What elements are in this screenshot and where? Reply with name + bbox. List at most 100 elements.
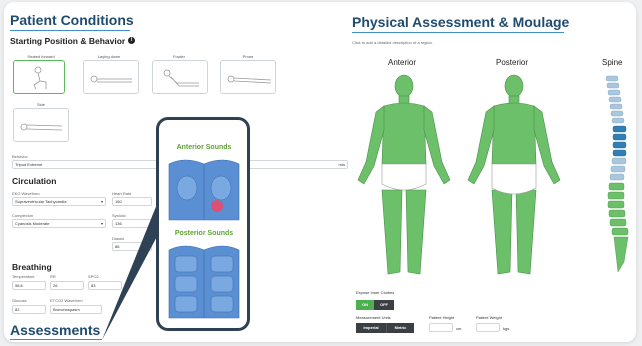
patient-conditions-title: Patient Conditions xyxy=(10,12,134,28)
vertebra-c7 xyxy=(611,117,625,124)
position-seated-forward[interactable] xyxy=(13,60,65,94)
side-figure-icon xyxy=(20,123,63,131)
title-underline xyxy=(352,32,564,33)
vertebra-l4 xyxy=(608,209,626,218)
vertebra-l6 xyxy=(611,227,629,236)
posterior-lower-left-zone xyxy=(210,295,234,313)
anterior-right-arm-region xyxy=(357,105,385,185)
units-label: Measurement Units xyxy=(356,315,391,320)
position-laying-down[interactable] xyxy=(83,60,139,94)
assessments-underline xyxy=(10,339,102,340)
starting-position-heading: Starting Position & Behavior xyxy=(10,36,126,46)
posterior-head-region xyxy=(504,74,524,98)
position-side[interactable] xyxy=(13,108,69,142)
posterior-body-map[interactable] xyxy=(464,72,564,282)
rr-input[interactable]: 26 xyxy=(50,281,84,290)
temperature-label: Temperature xyxy=(12,274,35,279)
height-input[interactable] xyxy=(429,323,453,332)
spine-label: Spine xyxy=(602,58,623,67)
vertebra-c4 xyxy=(608,96,622,103)
height-label: Patient Height xyxy=(429,315,455,320)
glucose-input[interactable]: 82 xyxy=(12,305,46,314)
spo2-label: SPO2 xyxy=(88,274,99,279)
ekg-select[interactable]: Supraventricular Tachycardia ▾ xyxy=(12,197,106,206)
seated-figure-icon xyxy=(33,66,47,90)
vertebra-t2 xyxy=(612,133,627,141)
anterior-sounds-heading: Anterior Sounds xyxy=(176,144,232,151)
anterior-right-lung-zone xyxy=(176,175,198,201)
posterior-back-region xyxy=(491,102,537,165)
anterior-right-leg-region xyxy=(381,189,403,275)
vertebra-t6 xyxy=(610,165,626,173)
posterior-clothing-region xyxy=(491,163,537,195)
posterior-upper-left-zone xyxy=(210,255,234,273)
posterior-left-leg-region xyxy=(491,189,513,275)
expose-on-toggle[interactable]: ON xyxy=(356,300,374,310)
breathing-heading: Breathing xyxy=(12,262,52,272)
title-underline xyxy=(10,30,130,31)
position-label: Laying down xyxy=(97,54,121,59)
posterior-mid-left-zone xyxy=(210,275,234,293)
vertebra-t5 xyxy=(611,157,627,165)
anterior-head-region xyxy=(394,74,414,98)
vertebra-l3 xyxy=(607,200,625,209)
anterior-body-map[interactable] xyxy=(354,72,454,282)
behavior-value: Tripod Extreme xyxy=(15,162,43,167)
imperial-toggle[interactable]: Imperial xyxy=(356,323,386,333)
metric-toggle[interactable]: Metric xyxy=(386,323,414,333)
position-prone[interactable] xyxy=(220,60,276,94)
vertebra-l2 xyxy=(607,191,625,200)
vertebra-l5 xyxy=(609,218,627,227)
vertebra-t7 xyxy=(609,173,625,181)
posterior-upper-right-zone xyxy=(174,255,198,273)
posterior-right-arm-region xyxy=(533,105,561,185)
posterior-label: Posterior xyxy=(496,58,529,67)
position-label: Seated forward xyxy=(27,54,55,59)
sacrum-region xyxy=(613,236,629,273)
expose-off-toggle[interactable]: OFF xyxy=(374,300,394,310)
assessments-title: Assessments xyxy=(10,322,101,338)
app-card: Patient Conditions Starting Position & B… xyxy=(4,2,636,342)
weight-input[interactable] xyxy=(476,323,500,332)
anterior-torso-region xyxy=(381,102,427,165)
vertebra-t4 xyxy=(612,149,627,157)
posterior-mid-right-zone xyxy=(174,275,198,293)
vertebra-c1 xyxy=(605,75,619,82)
anterior-left-arm-region xyxy=(423,105,451,185)
etco2-input[interactable]: Bronchospasm xyxy=(50,305,102,314)
anterior-chest-map[interactable] xyxy=(165,154,243,226)
anterior-clothing-region xyxy=(381,163,427,191)
anterior-left-lung-zone xyxy=(210,175,232,201)
circulation-heading: Circulation xyxy=(12,176,57,186)
anterior-left-leg-region xyxy=(405,189,427,275)
vertebra-c5 xyxy=(609,103,623,110)
physical-assessment-title: Physical Assessment & Moulage xyxy=(352,14,570,30)
posterior-chest-map[interactable] xyxy=(165,242,243,322)
vertebra-c3 xyxy=(607,89,621,96)
vertebra-t3 xyxy=(612,141,627,149)
position-label: Fowler xyxy=(172,54,185,59)
behavior-label: Behavior xyxy=(12,154,28,159)
heart-sound-marker xyxy=(211,200,223,212)
complexion-label: Complexion xyxy=(12,213,34,218)
complexion-select[interactable]: Cyanosis Moderate ▾ xyxy=(12,219,106,228)
behavior-suffix: min xyxy=(338,162,345,167)
info-icon[interactable]: i xyxy=(128,37,135,44)
ekg-label: EKG Waveform xyxy=(12,191,40,196)
lung-sounds-callout: Anterior Sounds Posterior Sounds xyxy=(156,117,250,331)
posterior-right-leg-region xyxy=(515,189,537,275)
etco2-label: ETCO2 Waveform xyxy=(50,298,83,303)
ekg-value: Supraventricular Tachycardia xyxy=(15,199,67,204)
height-unit: cm. xyxy=(456,326,463,331)
weight-label: Patient Weight xyxy=(476,315,502,320)
vertebra-l1 xyxy=(608,182,625,191)
rr-label: RR xyxy=(50,274,56,279)
glucose-label: Glucose xyxy=(12,298,27,303)
anterior-label: Anterior xyxy=(388,58,417,67)
spine-map[interactable] xyxy=(600,72,636,292)
position-fowler[interactable] xyxy=(152,60,208,94)
temperature-input[interactable]: 98.6 xyxy=(12,281,46,290)
vertebra-t1 xyxy=(612,125,627,133)
region-hint: Click to add a detailed description of a… xyxy=(352,40,433,45)
position-label: Side xyxy=(36,102,45,107)
